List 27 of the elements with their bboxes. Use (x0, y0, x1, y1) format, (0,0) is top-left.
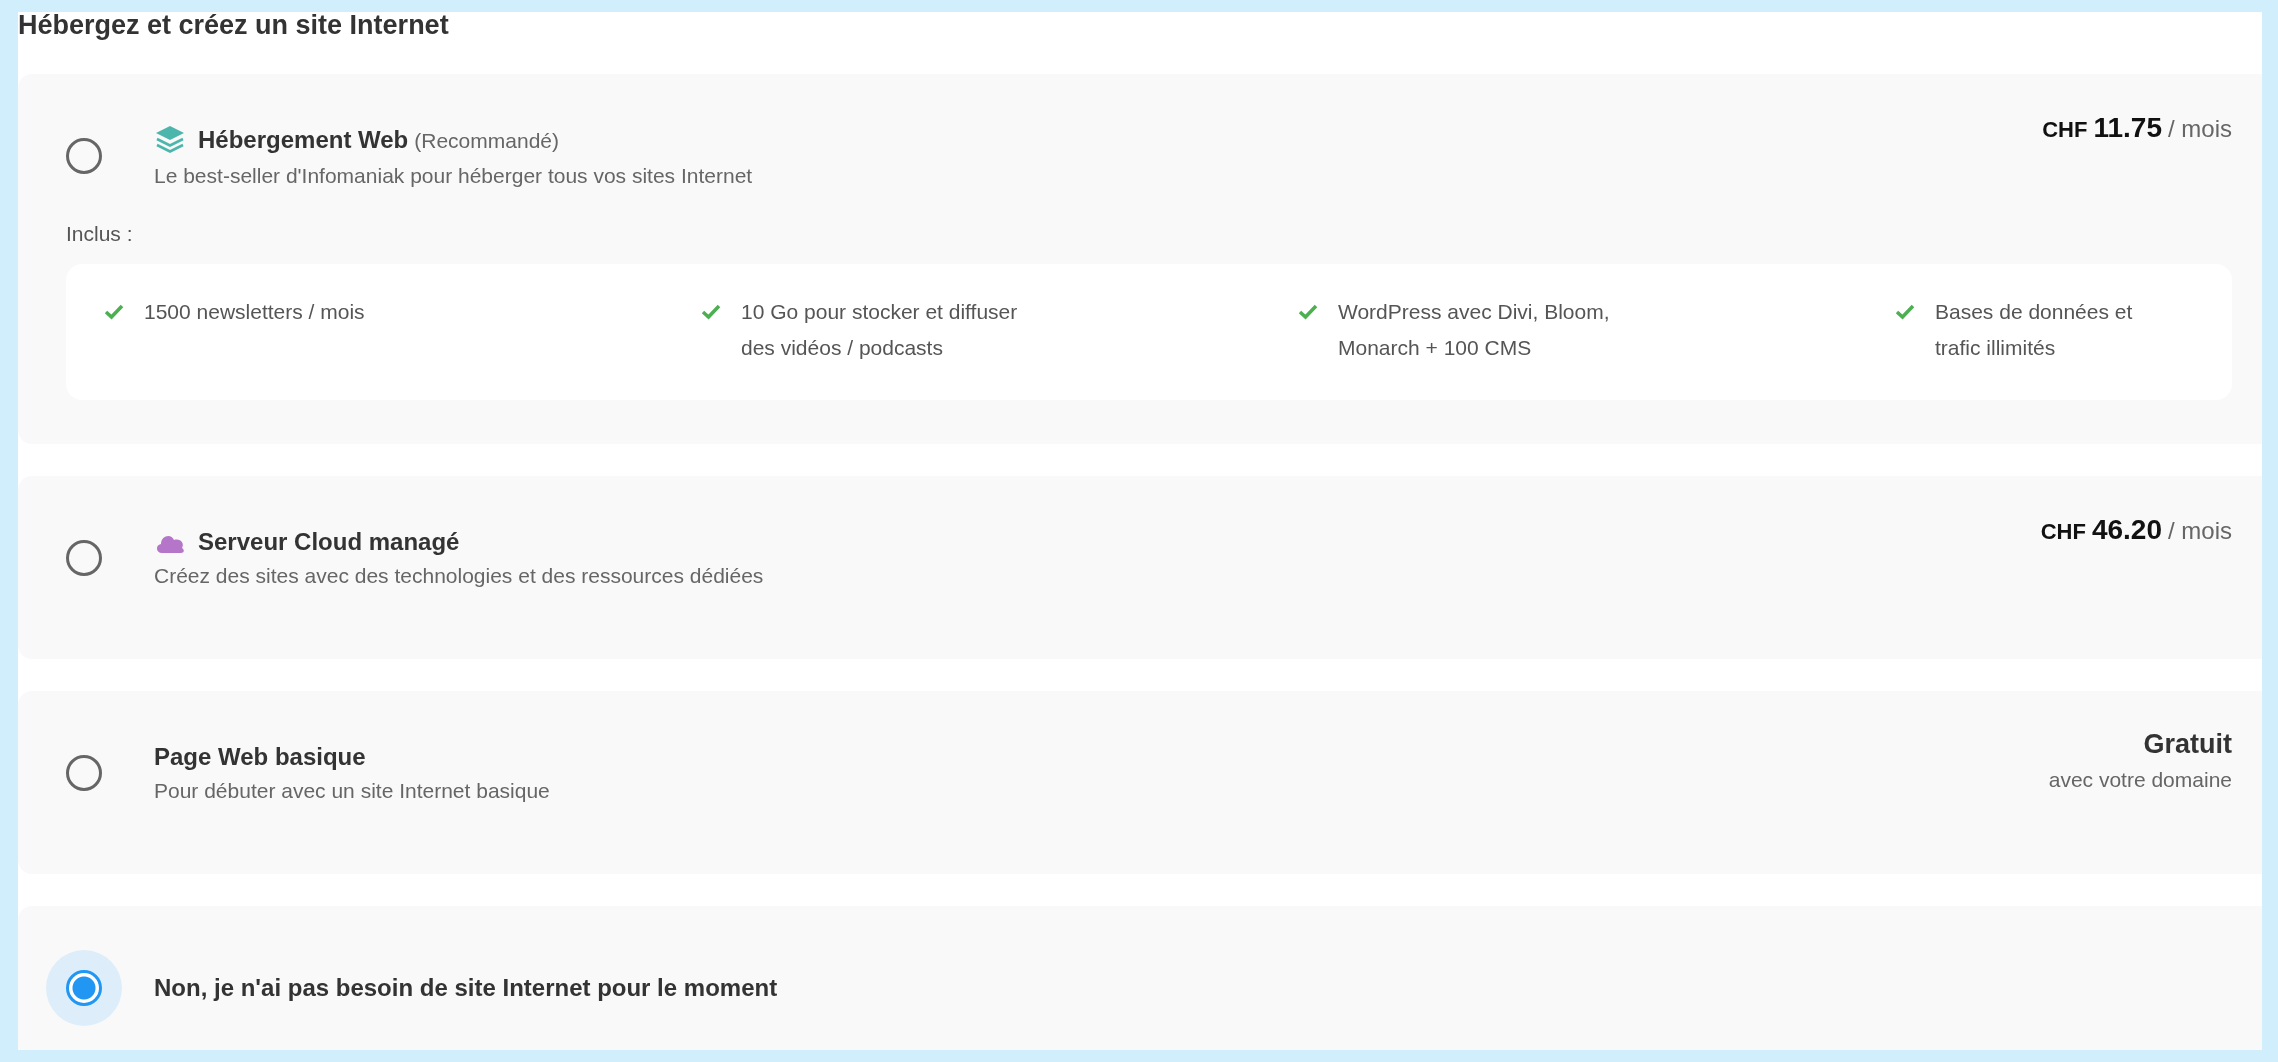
check-icon (1298, 304, 1318, 320)
check-icon (1895, 304, 1915, 320)
price-period: / mois (2168, 115, 2232, 143)
check-icon (104, 304, 124, 320)
feature-text: Bases de données et trafic illimités (1935, 299, 2134, 361)
section-title: Hébergez et créez un site Internet (18, 12, 450, 42)
option-title: Page Web basique (154, 743, 366, 771)
price-label: Gratuit (2143, 729, 2232, 760)
feature-text: 1500 newsletters / mois (144, 299, 365, 325)
feature-text: 10 Go pour stocker et diffuser des vidéos / podcasts (741, 299, 1019, 361)
option-description: Le best-seller d'Infomaniak pour héberger tous vos sites Internet (154, 164, 754, 188)
included-label: Inclus : (66, 222, 134, 246)
price-currency: CHF (2042, 117, 2088, 143)
layers-icon (154, 124, 186, 156)
option-title: Non, je n'ai pas besoin de site Internet pour le moment (154, 974, 778, 1002)
option-title: Serveur Cloud managé (198, 528, 460, 556)
option-description: Créez des sites avec des technologies et des ressources dédiées (154, 564, 765, 588)
price-period: / mois (2168, 517, 2232, 545)
check-icon (701, 304, 721, 320)
option-title: Hébergement Web (198, 126, 409, 154)
price-note: avec votre domaine (2048, 768, 2232, 792)
feature-text: WordPress avec Divi, Bloom, Monarch + 100 CMS (1338, 299, 1611, 361)
option-description: Pour débuter avec un site Internet basique (154, 779, 551, 803)
price-amount: 46.20 (2091, 514, 2162, 546)
price-currency: CHF (2040, 519, 2086, 545)
option-note: (Recommandé) (414, 129, 559, 153)
price-amount: 11.75 (2093, 112, 2162, 144)
